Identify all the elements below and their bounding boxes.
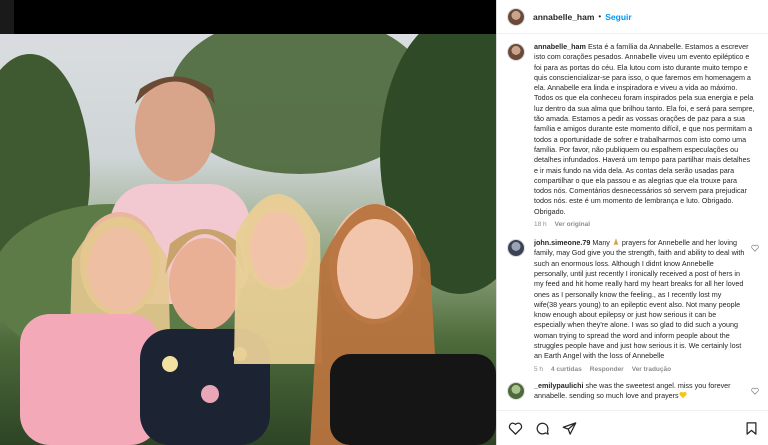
comment-body-rest: prayers for Annebelle and her loving fam… [534,238,745,361]
caption-body: Esta é a família da Annabelle. Estamos a… [534,42,755,216]
comment-text: _emilypaulichi she was the sweetest ange… [534,381,746,402]
post-header: annabelle_ham • Seguir [497,0,768,34]
like-comment-heart-icon[interactable] [751,387,759,395]
translate-link[interactable]: Ver tradução [632,366,671,373]
comment-likes[interactable]: 4 curtidas [551,366,582,373]
yellow-heart-icon [679,391,687,399]
comment-time[interactable]: 5 h [534,366,543,373]
see-original-link[interactable]: Ver original [555,221,590,228]
header-separator: • [598,12,602,21]
commenter-avatar[interactable] [507,239,525,258]
share-button[interactable] [560,419,578,437]
comment-row: john.simeone.79 Many prayers for Annebel… [507,238,759,373]
comment-button[interactable] [533,419,551,437]
comments-list[interactable]: annabelle_ham Esta é a família da Annabe… [497,34,768,410]
author-avatar[interactable] [507,7,525,26]
commenter-username[interactable]: _emilypaulichi [534,381,584,390]
praying-hands-icon [613,238,619,246]
family-photo-illustration [0,34,496,445]
comment-bubble-icon [536,422,549,435]
author-username[interactable]: annabelle_ham [533,12,594,22]
post-side-panel: annabelle_ham • Seguir annabelle_ham Est… [496,0,768,445]
caption-username[interactable]: annabelle_ham [534,42,586,51]
comment-body-start: Many [592,238,612,248]
caption-time[interactable]: 18 h [534,221,547,228]
commenter-avatar[interactable] [507,381,525,400]
like-comment-heart-icon[interactable] [751,244,759,252]
reply-button[interactable]: Responder [590,366,624,373]
bookmark-icon [746,421,756,435]
caption-meta: 18 h Ver original [534,221,756,228]
follow-button[interactable]: Seguir [605,12,631,22]
comment-meta: 5 h 4 curtidas Responder Ver tradução [534,366,746,373]
comment-text: john.simeone.79 Many prayers for Annebel… [534,238,746,362]
paper-plane-icon [562,421,576,435]
caption-avatar[interactable] [507,43,525,61]
post-action-bar [497,410,768,445]
like-button[interactable] [506,419,524,437]
caption-row: annabelle_ham Esta é a família da Annabe… [507,42,759,228]
commenter-username[interactable]: john.simeone.79 [534,238,590,247]
post-photo[interactable] [0,34,496,445]
caption-text: annabelle_ham Esta é a família da Annabe… [534,42,756,217]
comment-row: _emilypaulichi she was the sweetest ange… [507,381,759,402]
save-button[interactable] [742,419,760,437]
heart-icon [508,422,522,435]
